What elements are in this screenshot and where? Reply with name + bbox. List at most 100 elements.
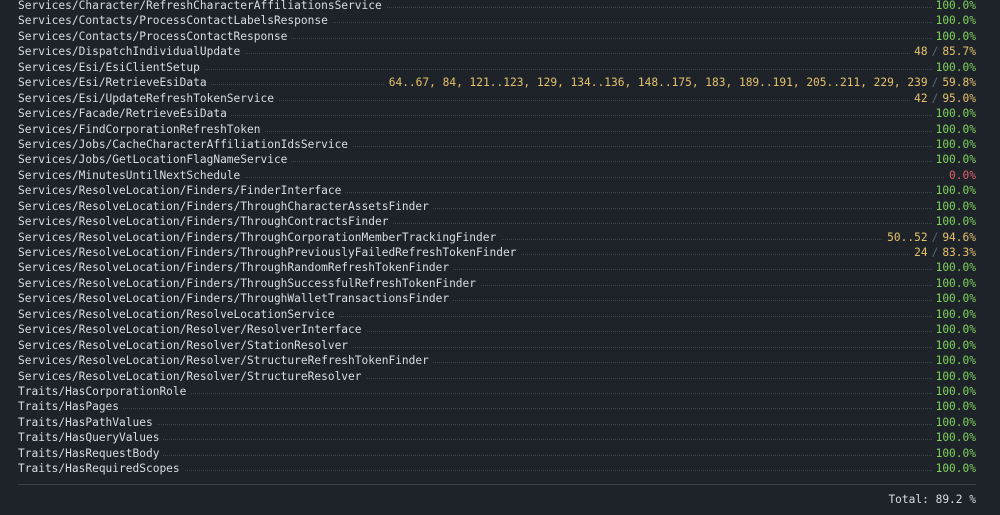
coverage-result: 100.0% <box>931 306 976 323</box>
coverage-result: 100.0% <box>931 183 976 199</box>
file-path: Services/ResolveLocation/Finders/Through… <box>18 275 481 292</box>
coverage-row: Traits/HasCorporationRole 100.0% <box>18 383 976 400</box>
file-path: Services/ResolveLocation/Finders/Through… <box>18 229 501 246</box>
file-path: Services/ResolveLocation/Finders/Through… <box>18 214 393 230</box>
file-path: Services/ResolveLocation/Resolver/Resolv… <box>18 322 366 338</box>
coverage-result: 42/95.0% <box>910 90 976 107</box>
coverage-row: Services/ResolveLocation/Finders/Through… <box>18 260 976 276</box>
coverage-percent: 100.0% <box>935 0 976 12</box>
coverage-percent: 100.0% <box>935 153 976 167</box>
coverage-result: 100.0% <box>931 152 976 168</box>
coverage-row: Services/Contacts/ProcessContactLabelsRe… <box>18 13 976 29</box>
dot-leader <box>18 423 976 425</box>
file-path: Services/ResolveLocation/Finders/FinderI… <box>18 183 346 199</box>
file-path: Services/ResolveLocation/Resolver/Struct… <box>18 368 366 384</box>
coverage-percent: 100.0% <box>935 462 976 476</box>
coverage-row: Services/FindCorporationRefreshToken 100.… <box>18 121 976 137</box>
file-path: Services/Jobs/CacheCharacterAffiliationI… <box>18 136 353 153</box>
uncovered-lines: 24 <box>914 246 928 259</box>
coverage-row: Services/ResolveLocation/Finders/Through… <box>18 275 976 292</box>
coverage-percent: 94.6% <box>942 230 976 244</box>
coverage-row: Services/Jobs/CacheCharacterAffiliationI… <box>18 136 976 153</box>
coverage-percent: 100.0% <box>935 323 976 337</box>
coverage-percent: 100.0% <box>935 400 976 414</box>
coverage-list: Services/Character/RefreshCharacterAffil… <box>18 0 976 477</box>
coverage-percent: 100.0% <box>935 137 976 151</box>
coverage-result: 100.0% <box>931 275 976 292</box>
coverage-result: 100.0% <box>931 198 976 215</box>
file-path: Services/ResolveLocation/ResolveLocation… <box>18 306 339 323</box>
coverage-row: Services/MinutesUntilNextSchedule 0.0% <box>18 167 976 184</box>
divider <box>18 484 976 485</box>
coverage-row: Services/ResolveLocation/Resolver/Statio… <box>18 337 976 354</box>
file-path: Traits/HasRequestBody <box>18 445 164 462</box>
coverage-result: 100.0% <box>931 399 976 415</box>
coverage-percent: 100.0% <box>935 29 976 43</box>
file-path: Services/Character/RefreshCharacterAffil… <box>18 0 386 14</box>
coverage-percent: 0.0% <box>949 168 976 182</box>
separator: / <box>931 230 939 244</box>
coverage-row: Traits/HasQueryValues 100.0% <box>18 430 976 446</box>
coverage-percent: 100.0% <box>935 122 976 136</box>
coverage-result: 100.0% <box>931 461 976 477</box>
uncovered-lines: 64..67, 84, 121..123, 129, 134..136, 148… <box>388 76 928 90</box>
file-path: Services/MinutesUntilNextSchedule <box>18 167 245 184</box>
coverage-result: 100.0% <box>931 59 976 76</box>
file-path: Traits/HasPathValues <box>18 414 157 431</box>
coverage-row: Services/Facade/RetrieveEsiData 100.0% <box>18 106 976 122</box>
coverage-result: 100.0% <box>931 214 976 230</box>
separator: / <box>931 91 939 105</box>
coverage-result: 100.0% <box>931 136 976 153</box>
file-path: Services/Contacts/ProcessContactResponse <box>18 28 292 45</box>
coverage-percent: 59.8% <box>942 76 976 90</box>
total-coverage: Total: 89.2 % <box>888 493 976 506</box>
coverage-row: Services/ResolveLocation/Finders/Through… <box>18 229 976 246</box>
coverage-row: Services/ResolveLocation/Finders/Through… <box>18 245 976 261</box>
coverage-row: Services/ResolveLocation/Finders/Through… <box>18 214 976 230</box>
separator: / <box>931 45 939 59</box>
coverage-percent: 100.0% <box>935 276 976 290</box>
coverage-result: 100.0% <box>931 368 976 384</box>
uncovered-lines: 42 <box>914 91 928 105</box>
coverage-result: 100.0% <box>931 430 976 446</box>
coverage-percent: 100.0% <box>935 369 976 383</box>
coverage-result: 48/85.7% <box>910 44 976 60</box>
file-path: Traits/HasQueryValues <box>18 430 164 446</box>
separator: / <box>931 76 939 90</box>
coverage-result: 100.0% <box>931 106 976 122</box>
coverage-percent: 100.0% <box>935 292 976 306</box>
coverage-row: Services/Esi/RetrieveEsiData 64..67, 84, … <box>18 75 976 91</box>
coverage-row: Services/ResolveLocation/Resolver/Struct… <box>18 353 976 369</box>
file-path: Services/ResolveLocation/Finders/Through… <box>18 245 521 261</box>
coverage-result: 100.0% <box>931 28 976 45</box>
coverage-result: 100.0% <box>931 121 976 137</box>
coverage-percent: 100.0% <box>935 14 976 28</box>
file-path: Services/Facade/RetrieveEsiData <box>18 106 231 122</box>
file-path: Services/ResolveLocation/Finders/Through… <box>18 260 454 276</box>
coverage-percent: 100.0% <box>935 431 976 445</box>
coverage-result: 100.0% <box>931 260 976 276</box>
file-path: Services/ResolveLocation/Finders/Through… <box>18 198 433 215</box>
uncovered-lines: 48 <box>914 45 928 59</box>
coverage-row: Services/ResolveLocation/Finders/Through… <box>18 198 976 215</box>
file-path: Services/ResolveLocation/Resolver/Struct… <box>18 353 433 369</box>
coverage-result: 50..52/94.6% <box>883 229 976 246</box>
file-path: Services/Esi/RetrieveEsiData <box>18 75 211 91</box>
file-path: Services/Esi/UpdateRefreshTokenService <box>18 90 278 107</box>
coverage-result: 100.0% <box>931 0 976 14</box>
coverage-result: 100.0% <box>931 414 976 431</box>
coverage-percent: 100.0% <box>935 446 976 460</box>
coverage-row: Traits/HasRequiredScopes 100.0% <box>18 461 976 477</box>
coverage-percent: 100.0% <box>935 384 976 398</box>
coverage-result: 64..67, 84, 121..123, 129, 134..136, 148… <box>384 75 976 91</box>
coverage-percent: 100.0% <box>935 338 976 352</box>
file-path: Services/Esi/EsiClientSetup <box>18 59 204 76</box>
coverage-result: 100.0% <box>931 445 976 462</box>
coverage-result: 100.0% <box>931 337 976 354</box>
coverage-percent: 100.0% <box>935 184 976 198</box>
coverage-row: Services/ResolveLocation/Finders/Through… <box>18 291 976 307</box>
coverage-row: Services/Contacts/ProcessContactResponse… <box>18 28 976 45</box>
coverage-row: Services/Esi/EsiClientSetup 100.0% <box>18 59 976 76</box>
coverage-row: Traits/HasPathValues 100.0% <box>18 414 976 431</box>
file-path: Services/Jobs/GetLocationFlagNameService <box>18 152 292 168</box>
